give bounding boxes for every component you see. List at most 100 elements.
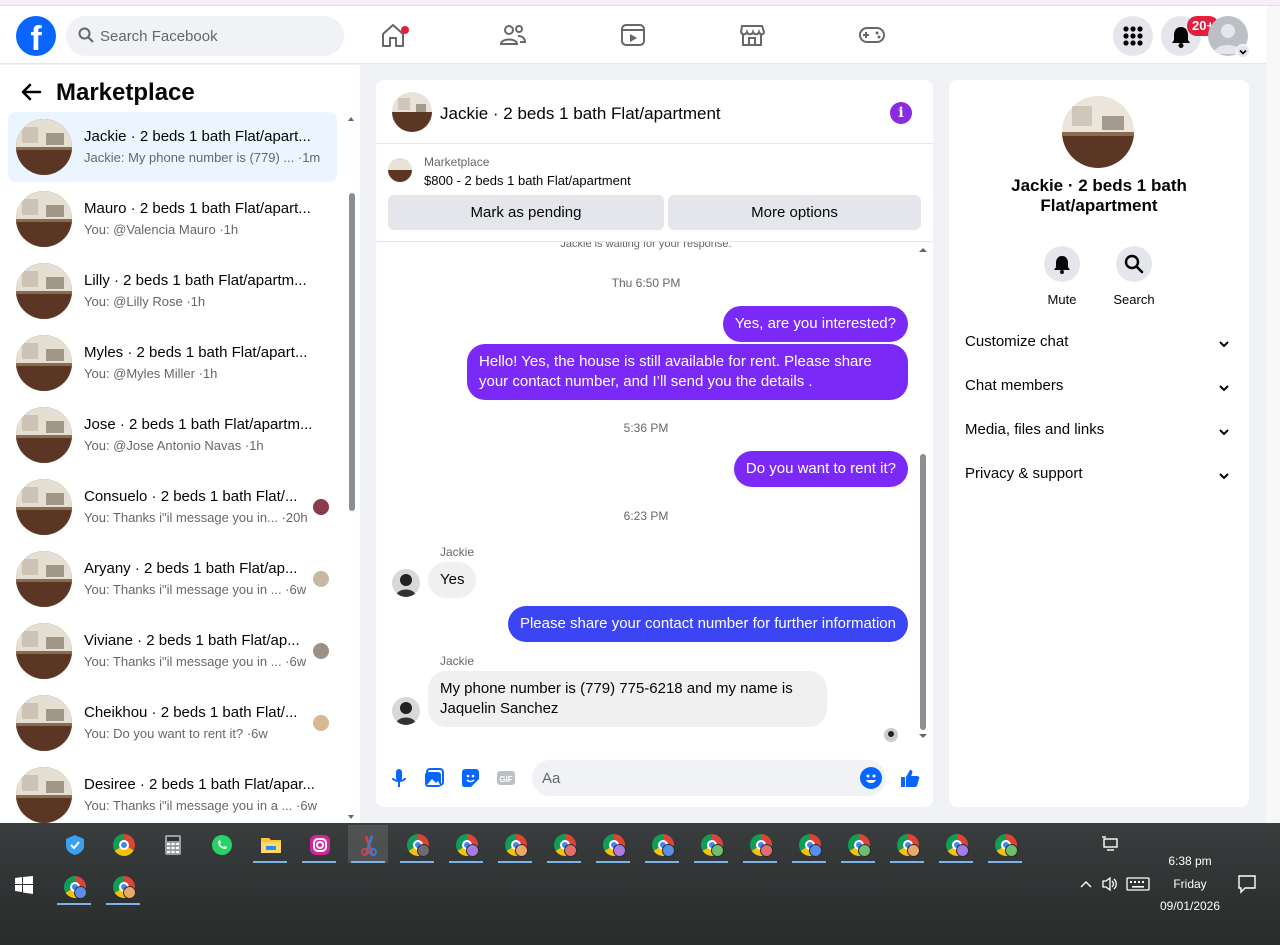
taskbar-chrome-profile[interactable]: [789, 825, 829, 863]
windows-taskbar: 6:38 pm Friday 09/01/2026: [0, 823, 1280, 945]
home-icon[interactable]: [378, 20, 408, 50]
inbox-scroll-thumb[interactable]: [349, 193, 355, 511]
taskbar-app-calculator[interactable]: [152, 825, 192, 863]
listing-title[interactable]: $800 - 2 beds 1 bath Flat/apartment: [424, 173, 631, 188]
microphone-icon[interactable]: [388, 767, 410, 789]
outgoing-message[interactable]: Please share your contact number for fur…: [507, 606, 908, 642]
conversation-item[interactable]: Jose · 2 beds 1 bath Flat/apartm... You: …: [8, 400, 337, 470]
facebook-logo[interactable]: f: [16, 16, 56, 56]
clock-time[interactable]: 6:38 pm: [1160, 854, 1220, 868]
section-label: Privacy & support: [965, 465, 1083, 482]
message-input-box[interactable]: [532, 760, 886, 796]
taskbar-chrome-profile[interactable]: [593, 825, 633, 863]
conversation-item[interactable]: Viviane · 2 beds 1 bath Flat/ap... You: T…: [8, 616, 337, 686]
window-scrollbar[interactable]: [1266, 6, 1280, 823]
incoming-message[interactable]: My phone number is (779) 775-6218 and my…: [428, 671, 827, 727]
clock-day[interactable]: Friday: [1160, 877, 1220, 891]
notification-center-icon[interactable]: [1237, 874, 1257, 894]
outgoing-message[interactable]: Yes, are you interested?: [722, 306, 908, 342]
taskbar-chrome-profile[interactable]: [691, 825, 731, 863]
customize-chat-section[interactable]: Customize chat: [965, 333, 1233, 357]
profile-badge: [564, 844, 577, 857]
contact-avatar[interactable]: [392, 697, 420, 725]
taskbar-chrome-profile[interactable]: [495, 825, 535, 863]
marketplace-icon[interactable]: [737, 20, 767, 50]
mute-action[interactable]: Mute: [1032, 246, 1092, 307]
taskbar-app-chrome-canary[interactable]: [103, 825, 143, 863]
taskbar-app-snipping-tool[interactable]: [348, 825, 388, 863]
profile-badge: [74, 886, 87, 899]
search-input[interactable]: [100, 16, 330, 56]
taskbar-chrome-profile[interactable]: [838, 825, 878, 863]
gif-icon[interactable]: GIF: [495, 767, 517, 789]
listing-thumbnail: [16, 119, 72, 175]
listing-avatar-large[interactable]: [1062, 96, 1134, 168]
contact-avatar[interactable]: [392, 569, 420, 597]
taskbar-app-instagram[interactable]: [299, 825, 339, 863]
timestamp: 6:23 PM: [623, 509, 669, 523]
emoji-icon[interactable]: [860, 767, 882, 789]
video-icon[interactable]: [618, 20, 648, 50]
taskbar-app-copilot[interactable]: [54, 825, 94, 863]
taskbar-chrome-profile[interactable]: [642, 825, 682, 863]
message-input[interactable]: [542, 760, 842, 796]
conversation-item[interactable]: Jackie · 2 beds 1 bath Flat/apart... Jack…: [8, 112, 337, 182]
chat-title[interactable]: Jackie · 2 beds 1 bath Flat/apartment: [440, 104, 721, 124]
taskbar-chrome-profile[interactable]: [544, 825, 584, 863]
seen-avatar: [884, 728, 898, 742]
account-chevron[interactable]: [1236, 44, 1250, 58]
conversation-item[interactable]: Mauro · 2 beds 1 bath Flat/apart... You: …: [8, 184, 337, 254]
chat-members-section[interactable]: Chat members: [965, 377, 1233, 401]
mark-as-pending-button[interactable]: Mark as pending: [388, 195, 664, 230]
menu-button[interactable]: [1113, 16, 1153, 56]
marketplace-label: Marketplace: [424, 155, 490, 169]
timestamp: 5:36 PM: [623, 421, 669, 435]
listing-banner: Marketplace $800 - 2 beds 1 bath Flat/ap…: [376, 144, 933, 242]
photo-icon[interactable]: [423, 767, 445, 789]
keyboard-icon[interactable]: [1126, 876, 1150, 892]
conversation-item[interactable]: Desiree · 2 beds 1 bath Flat/apar... You:…: [8, 760, 337, 823]
conversation-item[interactable]: Aryany · 2 beds 1 bath Flat/ap... You: Th…: [8, 544, 337, 614]
taskbar-chrome-profile[interactable]: [103, 867, 143, 905]
taskbar-chrome-profile[interactable]: [887, 825, 927, 863]
conversation-item[interactable]: Consuelo · 2 beds 1 bath Flat/... You: Th…: [8, 472, 337, 542]
listing-avatar[interactable]: [392, 92, 432, 132]
open-indicator: [302, 861, 336, 863]
taskbar-chrome-profile[interactable]: [397, 825, 437, 863]
volume-icon[interactable]: [1101, 875, 1119, 893]
thread-scroll-thumb[interactable]: [920, 454, 926, 730]
search-action[interactable]: Search: [1104, 246, 1164, 307]
taskbar-app-file-explorer[interactable]: [250, 825, 290, 863]
friends-icon[interactable]: [498, 20, 528, 50]
network-computer-icon[interactable]: [1101, 836, 1119, 852]
conversation-preview: You: @Jose Antonio Navas ·1h: [84, 438, 264, 453]
taskbar-chrome-profile[interactable]: [740, 825, 780, 863]
profile-badge: [466, 844, 479, 857]
media-files-section[interactable]: Media, files and links: [965, 421, 1233, 445]
taskbar-app-whatsapp[interactable]: [201, 825, 241, 863]
incoming-message[interactable]: Yes: [428, 562, 477, 598]
privacy-support-section[interactable]: Privacy & support: [965, 465, 1233, 489]
outgoing-message[interactable]: Hello! Yes, the house is still available…: [467, 344, 908, 400]
taskbar-chrome-profile[interactable]: [985, 825, 1025, 863]
conversation-name: Viviane · 2 beds 1 bath Flat/ap...: [84, 632, 300, 649]
taskbar-chrome-profile[interactable]: [936, 825, 976, 863]
chevron-up-icon[interactable]: [1079, 877, 1093, 891]
conversation-name: Jackie · 2 beds 1 bath Flat/apart...: [84, 128, 311, 145]
more-options-button[interactable]: More options: [668, 195, 921, 230]
taskbar-chrome-profile[interactable]: [54, 867, 94, 905]
back-arrow-icon[interactable]: [20, 81, 42, 103]
conversation-item[interactable]: Cheikhou · 2 beds 1 bath Flat/... You: Do…: [8, 688, 337, 758]
outgoing-message[interactable]: Do you want to rent it?: [733, 451, 908, 487]
clock-date[interactable]: 09/01/2026: [1155, 899, 1225, 913]
windows-start-icon[interactable]: [15, 876, 33, 894]
taskbar-chrome-profile[interactable]: [446, 825, 486, 863]
conversation-item[interactable]: Lilly · 2 beds 1 bath Flat/apartm... You:…: [8, 256, 337, 326]
conversation-item[interactable]: Myles · 2 beds 1 bath Flat/apart... You: …: [8, 328, 337, 398]
thumbs-up-icon[interactable]: [899, 767, 921, 789]
gaming-icon[interactable]: [857, 20, 887, 50]
sticker-icon[interactable]: [459, 767, 481, 789]
profile-badge: [956, 844, 969, 857]
info-icon[interactable]: i: [890, 102, 912, 124]
search-box[interactable]: [66, 16, 344, 56]
